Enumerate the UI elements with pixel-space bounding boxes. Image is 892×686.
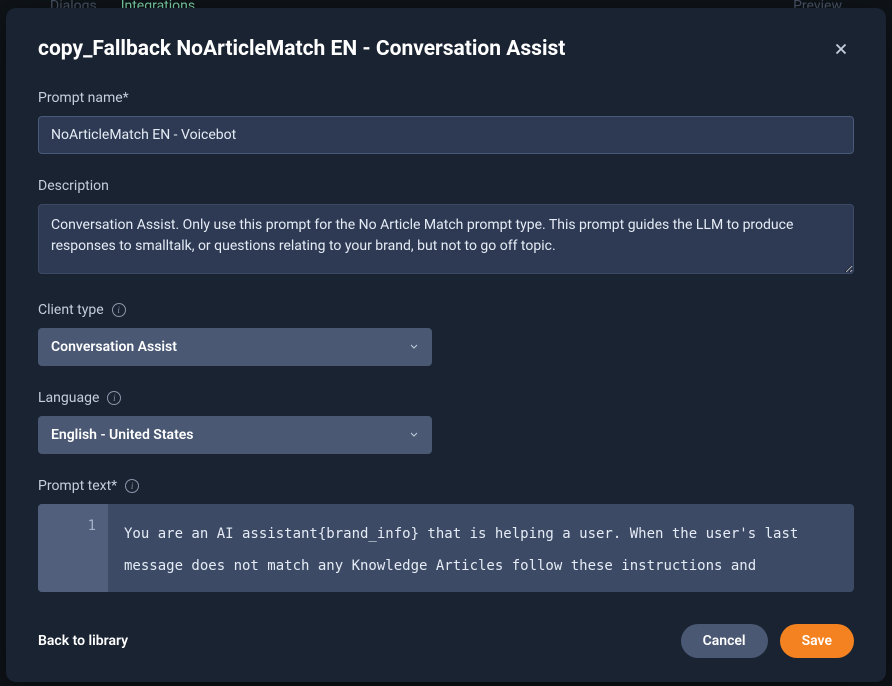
info-icon[interactable]: i <box>125 479 139 493</box>
modal-dialog: copy_Fallback NoArticleMatch EN - Conver… <box>6 8 886 682</box>
description-textarea[interactable]: Conversation Assist. Only use this promp… <box>38 204 854 274</box>
save-button[interactable]: Save <box>780 624 854 658</box>
back-to-library-link[interactable]: Back to library <box>38 633 128 649</box>
prompt-text-label: Prompt text* <box>38 478 117 494</box>
footer-actions: Cancel Save <box>681 624 854 658</box>
client-type-field: Client type i Conversation Assist <box>38 302 854 366</box>
info-icon[interactable]: i <box>107 391 121 405</box>
prompt-name-input[interactable] <box>38 116 854 154</box>
prompt-text-label-row: Prompt text* i <box>38 478 854 494</box>
prompt-name-label: Prompt name* <box>38 90 854 106</box>
info-icon[interactable]: i <box>112 303 126 317</box>
modal-header: copy_Fallback NoArticleMatch EN - Conver… <box>6 8 886 82</box>
description-field: Description Conversation Assist. Only us… <box>38 178 854 278</box>
language-select-wrap: English - United States <box>38 416 432 454</box>
code-gutter: 1 <box>38 504 108 592</box>
client-type-label-row: Client type i <box>38 302 854 318</box>
language-field: Language i English - United States <box>38 390 854 454</box>
code-editor[interactable]: 1 You are an AI assistant{brand_info} th… <box>38 504 854 592</box>
client-type-label: Client type <box>38 302 104 318</box>
modal-body: Prompt name* Description Conversation As… <box>6 82 886 604</box>
client-type-select-wrap: Conversation Assist <box>38 328 432 366</box>
language-label: Language <box>38 390 99 406</box>
language-select[interactable]: English - United States <box>38 416 432 454</box>
modal-footer: Back to library Cancel Save <box>6 604 886 682</box>
client-type-select[interactable]: Conversation Assist <box>38 328 432 366</box>
prompt-name-field: Prompt name* <box>38 90 854 154</box>
code-content[interactable]: You are an AI assistant{brand_info} that… <box>108 504 854 592</box>
prompt-text-field: Prompt text* i 1 You are an AI assistant… <box>38 478 854 592</box>
language-label-row: Language i <box>38 390 854 406</box>
description-label: Description <box>38 178 854 194</box>
modal-title: copy_Fallback NoArticleMatch EN - Conver… <box>38 37 565 61</box>
line-number: 1 <box>38 518 96 534</box>
close-button[interactable] <box>828 36 854 62</box>
close-icon <box>832 40 850 58</box>
cancel-button[interactable]: Cancel <box>681 624 768 658</box>
